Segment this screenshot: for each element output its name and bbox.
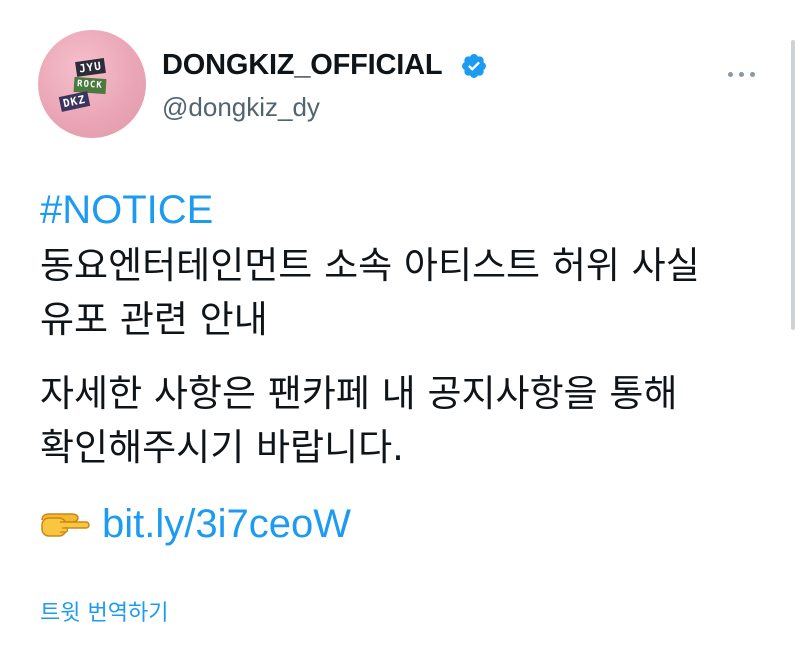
- translate-tweet-link[interactable]: 트윗 번역하기: [40, 600, 168, 628]
- verified-badge-icon: [462, 54, 486, 78]
- tweet-text-line: 자세한 사항은 팬카페 내 공지사항을 통해: [40, 372, 678, 415]
- tweet-link[interactable]: bit.ly/3i7ceoW: [102, 498, 351, 550]
- tweet-text-line: 동요엔터테인먼트 소속 아티스트 허위 사실: [40, 244, 700, 287]
- avatar[interactable]: JYU ROCK DKZ: [38, 30, 146, 138]
- backhand-index-pointing-right-icon: [41, 513, 90, 537]
- hashtag-link[interactable]: #NOTICE: [40, 184, 760, 236]
- scrollbar[interactable]: [791, 40, 795, 330]
- tweet-text-line: 확인해주시기 바랍니다.: [40, 426, 404, 469]
- display-name[interactable]: DONGKIZ_OFFICIAL: [162, 48, 443, 82]
- tweet-text-line: 유포 관련 안내: [40, 298, 268, 341]
- tweet-card: JYU ROCK DKZ DONGKIZ_OFFICIAL @dongkiz_d…: [0, 0, 800, 648]
- more-options-icon[interactable]: [728, 62, 762, 77]
- account-handle[interactable]: @dongkiz_dy: [162, 92, 320, 122]
